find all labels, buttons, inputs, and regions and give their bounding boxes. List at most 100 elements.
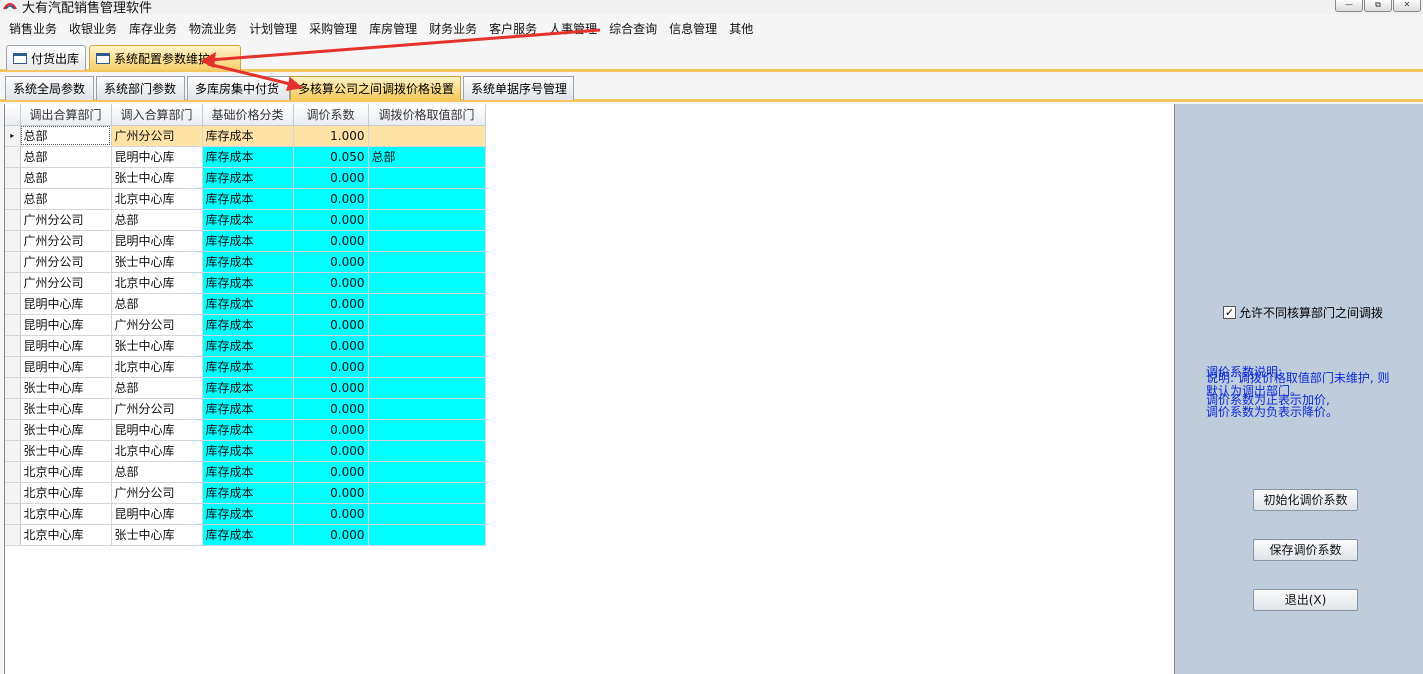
- cell-to-dept[interactable]: 广州分公司: [111, 398, 203, 420]
- row-indicator[interactable]: [5, 167, 21, 189]
- cell-to-dept[interactable]: 北京中心库: [111, 356, 203, 378]
- cell-coefficient[interactable]: 0.000: [293, 335, 369, 357]
- cell-price-source-dept[interactable]: [368, 188, 486, 210]
- cell-price-category[interactable]: 库存成本: [202, 314, 294, 336]
- cell-from-dept[interactable]: 总部: [20, 146, 112, 168]
- cell-price-category[interactable]: 库存成本: [202, 335, 294, 357]
- menu-finance[interactable]: 财务业务: [423, 20, 483, 37]
- row-indicator[interactable]: [5, 398, 21, 420]
- cell-coefficient[interactable]: 0.000: [293, 398, 369, 420]
- cell-coefficient[interactable]: 0.000: [293, 440, 369, 462]
- cell-price-source-dept[interactable]: [368, 272, 486, 294]
- cell-to-dept[interactable]: 广州分公司: [111, 125, 203, 147]
- cell-coefficient[interactable]: 0.000: [293, 419, 369, 441]
- exit-button[interactable]: 退出(X): [1253, 589, 1358, 611]
- cell-to-dept[interactable]: 总部: [111, 293, 203, 315]
- cell-to-dept[interactable]: 北京中心库: [111, 188, 203, 210]
- cell-coefficient[interactable]: 0.000: [293, 251, 369, 273]
- menu-info[interactable]: 信息管理: [663, 20, 723, 37]
- menu-hr[interactable]: 人事管理: [543, 20, 603, 37]
- cell-from-dept[interactable]: 总部: [20, 188, 112, 210]
- cell-price-source-dept[interactable]: [368, 314, 486, 336]
- menu-sales[interactable]: 销售业务: [3, 20, 63, 37]
- cell-price-category[interactable]: 库存成本: [202, 377, 294, 399]
- cell-price-category[interactable]: 库存成本: [202, 503, 294, 525]
- table-row[interactable]: 北京中心库 张士中心库 库存成本 0.000: [5, 524, 486, 546]
- column-header-coefficient[interactable]: 调价系数: [293, 104, 369, 126]
- cell-to-dept[interactable]: 昆明中心库: [111, 503, 203, 525]
- cell-price-source-dept[interactable]: [368, 482, 486, 504]
- cell-price-source-dept[interactable]: [368, 125, 486, 147]
- subtab-dept-params[interactable]: 系统部门参数: [96, 76, 185, 100]
- cell-price-source-dept[interactable]: [368, 209, 486, 231]
- cell-from-dept[interactable]: 昆明中心库: [20, 293, 112, 315]
- cell-coefficient[interactable]: 0.000: [293, 356, 369, 378]
- row-indicator[interactable]: [5, 209, 21, 231]
- cell-coefficient[interactable]: 1.000: [293, 125, 369, 147]
- close-button[interactable]: ✕: [1393, 0, 1421, 12]
- menu-purchasing[interactable]: 采购管理: [303, 20, 363, 37]
- row-indicator[interactable]: [5, 335, 21, 357]
- cell-to-dept[interactable]: 广州分公司: [111, 314, 203, 336]
- table-row[interactable]: 总部 北京中心库 库存成本 0.000: [5, 188, 486, 210]
- cell-price-source-dept[interactable]: [368, 524, 486, 546]
- row-indicator[interactable]: [5, 251, 21, 273]
- row-indicator[interactable]: [5, 503, 21, 525]
- cell-price-category[interactable]: 库存成本: [202, 461, 294, 483]
- tab-delivery-outbound[interactable]: 付货出库: [6, 45, 86, 70]
- save-coefficient-button[interactable]: 保存调价系数: [1253, 539, 1358, 561]
- row-indicator[interactable]: [5, 293, 21, 315]
- cell-coefficient[interactable]: 0.000: [293, 209, 369, 231]
- table-row[interactable]: 广州分公司 张士中心库 库存成本 0.000: [5, 251, 486, 273]
- row-indicator[interactable]: [5, 461, 21, 483]
- cell-price-category[interactable]: 库存成本: [202, 209, 294, 231]
- table-row[interactable]: 张士中心库 昆明中心库 库存成本 0.000: [5, 419, 486, 441]
- cell-from-dept[interactable]: 北京中心库: [20, 524, 112, 546]
- cell-from-dept[interactable]: 广州分公司: [20, 272, 112, 294]
- subtab-doc-sequence[interactable]: 系统单据序号管理: [463, 76, 574, 100]
- cell-coefficient[interactable]: 0.000: [293, 230, 369, 252]
- cell-price-category[interactable]: 库存成本: [202, 524, 294, 546]
- cell-price-category[interactable]: 库存成本: [202, 188, 294, 210]
- cell-coefficient[interactable]: 0.000: [293, 272, 369, 294]
- menu-logistics[interactable]: 物流业务: [183, 20, 243, 37]
- cell-price-source-dept[interactable]: [368, 293, 486, 315]
- cell-from-dept[interactable]: 北京中心库: [20, 503, 112, 525]
- cell-price-category[interactable]: 库存成本: [202, 356, 294, 378]
- row-indicator[interactable]: [5, 482, 21, 504]
- allow-transfer-checkbox[interactable]: ✓: [1223, 306, 1236, 319]
- subtab-multi-warehouse[interactable]: 多库房集中付货: [187, 76, 290, 100]
- cell-price-source-dept[interactable]: 总部: [368, 146, 486, 168]
- table-row[interactable]: 北京中心库 广州分公司 库存成本 0.000: [5, 482, 486, 504]
- cell-from-dept[interactable]: 张士中心库: [20, 377, 112, 399]
- table-row[interactable]: 昆明中心库 总部 库存成本 0.000: [5, 293, 486, 315]
- row-indicator[interactable]: [5, 146, 21, 168]
- cell-price-source-dept[interactable]: [368, 251, 486, 273]
- row-indicator[interactable]: [5, 314, 21, 336]
- cell-coefficient[interactable]: 0.050: [293, 146, 369, 168]
- cell-coefficient[interactable]: 0.000: [293, 524, 369, 546]
- column-header-price-category[interactable]: 基础价格分类: [202, 104, 294, 126]
- cell-coefficient[interactable]: 0.000: [293, 461, 369, 483]
- cell-coefficient[interactable]: 0.000: [293, 377, 369, 399]
- cell-coefficient[interactable]: 0.000: [293, 188, 369, 210]
- column-header-price-source-dept[interactable]: 调拨价格取值部门: [368, 104, 486, 126]
- row-indicator[interactable]: [5, 440, 21, 462]
- subtab-transfer-price[interactable]: 多核算公司之间调拨价格设置: [290, 76, 461, 100]
- cell-price-source-dept[interactable]: [368, 440, 486, 462]
- table-row[interactable]: 昆明中心库 广州分公司 库存成本 0.000: [5, 314, 486, 336]
- cell-price-source-dept[interactable]: [368, 398, 486, 420]
- cell-from-dept[interactable]: 总部: [20, 125, 112, 147]
- menu-inventory[interactable]: 库存业务: [123, 20, 183, 37]
- cell-price-category[interactable]: 库存成本: [202, 419, 294, 441]
- cell-to-dept[interactable]: 昆明中心库: [111, 146, 203, 168]
- cell-coefficient[interactable]: 0.000: [293, 314, 369, 336]
- cell-coefficient[interactable]: 0.000: [293, 293, 369, 315]
- cell-from-dept[interactable]: 广州分公司: [20, 230, 112, 252]
- cell-price-category[interactable]: 库存成本: [202, 293, 294, 315]
- row-indicator[interactable]: [5, 419, 21, 441]
- cell-price-category[interactable]: 库存成本: [202, 125, 294, 147]
- table-row[interactable]: 北京中心库 昆明中心库 库存成本 0.000: [5, 503, 486, 525]
- cell-price-source-dept[interactable]: [368, 377, 486, 399]
- row-indicator[interactable]: [5, 272, 21, 294]
